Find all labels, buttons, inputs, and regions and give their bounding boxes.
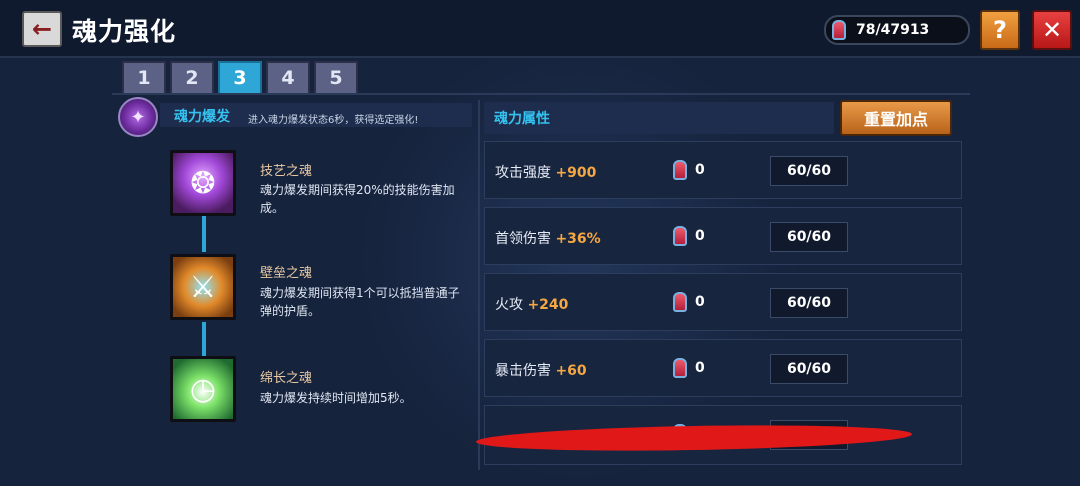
- close-button[interactable]: ✕: [1032, 10, 1072, 50]
- soul-burst-description: 进入魂力爆发状态6秒，获得选定强化!: [248, 115, 419, 126]
- attribute-count: 0: [695, 294, 705, 310]
- attribute-bonus: +36%: [555, 231, 601, 247]
- reset-points-button[interactable]: 重置加点: [840, 100, 952, 136]
- attribute-row[interactable]: 火攻 +240 0 60/60: [484, 273, 962, 331]
- attribute-count: 0: [695, 360, 705, 376]
- skill-name: 技艺之魂: [260, 164, 313, 179]
- attribute-name: 攻击强度: [495, 165, 551, 181]
- attribute-count: 0: [695, 162, 705, 178]
- soul-gem-counter: 78/47913: [824, 15, 970, 45]
- soul-gem-icon: [671, 158, 689, 182]
- stopwatch-icon[interactable]: ◷: [170, 356, 236, 422]
- skill-description: 魂力爆发期间获得20%的技能伤害加成。: [260, 183, 455, 215]
- help-button[interactable]: ?: [980, 10, 1020, 50]
- skill-description: 魂力爆发期间获得1个可以抵挡普通子弹的护盾。: [260, 286, 460, 318]
- soul-gem-icon: [671, 356, 689, 380]
- panel-divider: [478, 100, 480, 470]
- attribute-name: 暴击伤害: [495, 363, 551, 379]
- attributes-title: 魂力属性: [494, 111, 550, 127]
- page-title: 魂力强化: [72, 17, 177, 46]
- skill-description: 魂力爆发持续时间增加5秒。: [260, 391, 412, 405]
- tab-3[interactable]: 3: [218, 61, 262, 93]
- question-mark-icon: ?: [993, 16, 1007, 44]
- soul-gem-icon: [830, 18, 848, 42]
- attribute-capacity: 60/60: [770, 156, 848, 186]
- tab-1[interactable]: 1: [122, 61, 166, 93]
- shield-axe-icon[interactable]: ⚔: [170, 254, 236, 320]
- skill-connector: [202, 216, 206, 252]
- soul-burst-title: 魂力爆发: [174, 109, 230, 125]
- attribute-capacity: 60/60: [770, 354, 848, 384]
- attribute-capacity: 60/60: [770, 288, 848, 318]
- purple-flame-book-icon[interactable]: ❂: [170, 150, 236, 216]
- skill-name: 壁垒之魂: [260, 266, 313, 281]
- tab-divider: [112, 93, 970, 95]
- back-button[interactable]: ←: [22, 11, 62, 47]
- attribute-name: 火攻: [495, 297, 523, 313]
- level-tabs: 1 2 3 4 5: [122, 61, 358, 93]
- attribute-row[interactable]: 首领伤害 +36% 0 60/60: [484, 207, 962, 265]
- attribute-bonus: +240: [527, 297, 569, 313]
- soul-crystal-icon: ✦: [118, 97, 158, 137]
- tab-4[interactable]: 4: [266, 61, 310, 93]
- attribute-bonus: +60: [555, 363, 587, 379]
- top-bar: ← 魂力强化 78/47913 ? ✕: [0, 0, 1080, 58]
- attribute-row[interactable]: 暴击伤害 +60 0 60/60: [484, 339, 962, 397]
- currency-value: 78/47913: [856, 22, 930, 38]
- attribute-name: 首领伤害: [495, 231, 551, 247]
- close-icon: ✕: [1041, 16, 1063, 44]
- attribute-bonus: +900: [555, 165, 597, 181]
- tab-2[interactable]: 2: [170, 61, 214, 93]
- attribute-row[interactable]: 攻击强度 +900 0 60/60: [484, 141, 962, 199]
- attribute-count: 0: [695, 228, 705, 244]
- skill-connector: [202, 322, 206, 356]
- soul-gem-icon: [671, 224, 689, 248]
- attribute-capacity: 60/60: [770, 222, 848, 252]
- skill-name: 绵长之魂: [260, 371, 313, 386]
- tab-5[interactable]: 5: [314, 61, 358, 93]
- soul-gem-icon: [671, 290, 689, 314]
- back-arrow-icon: ←: [31, 15, 53, 43]
